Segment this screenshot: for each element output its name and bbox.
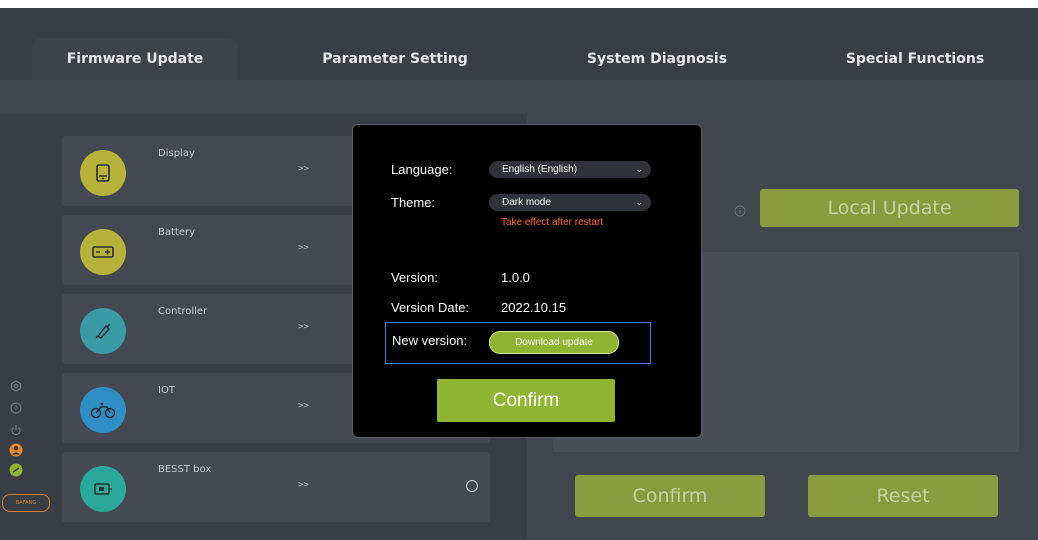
user-icon[interactable]: [8, 442, 24, 458]
version-label: Version:: [391, 270, 438, 285]
dialog-confirm-button[interactable]: Confirm: [437, 379, 615, 422]
language-value: English (English): [502, 164, 578, 175]
local-update-button[interactable]: Local Update: [760, 189, 1019, 227]
theme-label: Theme:: [391, 195, 436, 210]
expand-arrow[interactable]: >>: [298, 322, 309, 332]
theme-select[interactable]: Dark mode ⌄: [489, 194, 651, 211]
tab-parameter-setting[interactable]: Parameter Setting: [292, 38, 498, 80]
device-name: BESST box: [158, 464, 212, 475]
device-name: IOT: [158, 385, 175, 396]
device-name: Display: [158, 148, 195, 159]
app-window: Firmware Update Parameter Setting System…: [0, 8, 1038, 540]
display-icon: [80, 150, 126, 196]
info-icon[interactable]: [734, 202, 746, 217]
expand-arrow[interactable]: >>: [298, 243, 309, 253]
help-icon[interactable]: ?: [8, 400, 24, 416]
language-label: Language:: [391, 162, 453, 177]
chevron-down-icon: ⌄: [635, 197, 643, 207]
tab-firmware-update[interactable]: Firmware Update: [32, 38, 238, 80]
brand-logo: BAFANG: [2, 494, 50, 512]
svg-text:?: ?: [14, 405, 18, 413]
language-select[interactable]: English (English) ⌄: [489, 161, 651, 178]
besst-box-icon: [80, 466, 126, 512]
tab-bar: Firmware Update Parameter Setting System…: [0, 8, 1038, 80]
expand-arrow[interactable]: >>: [298, 480, 309, 490]
connection-icon[interactable]: [8, 462, 24, 478]
battery-icon: [80, 229, 126, 275]
version-date-label: Version Date:: [391, 300, 470, 315]
new-version-row: New version: Download update: [385, 322, 651, 364]
download-update-button[interactable]: Download update: [489, 331, 619, 354]
new-version-label: New version:: [392, 333, 468, 348]
tab-special-functions[interactable]: Special Functions: [812, 38, 1018, 80]
theme-value: Dark mode: [502, 197, 551, 208]
version-date-value: 2022.10.15: [501, 300, 567, 315]
device-name: Controller: [158, 306, 208, 317]
version-value: 1.0.0: [501, 270, 530, 285]
sub-toolbar: [0, 80, 1038, 114]
restart-hint: Take effect after restart: [501, 217, 604, 228]
power-icon[interactable]: [8, 422, 24, 438]
settings-dialog: Language: English (English) ⌄ Theme: Dar…: [352, 124, 702, 438]
device-name: Battery: [158, 227, 196, 238]
controller-icon: [80, 308, 126, 354]
device-radio-button[interactable]: [466, 480, 478, 492]
device-card-besst-box[interactable]: BESST box >>: [62, 452, 490, 522]
confirm-button[interactable]: Confirm: [575, 475, 765, 517]
reset-button[interactable]: Reset: [808, 475, 998, 517]
expand-arrow[interactable]: >>: [298, 164, 309, 174]
chevron-down-icon: ⌄: [635, 164, 643, 174]
bike-icon: [80, 387, 126, 433]
settings-icon[interactable]: [8, 378, 24, 394]
tab-system-diagnosis[interactable]: System Diagnosis: [554, 38, 760, 80]
expand-arrow[interactable]: >>: [298, 401, 309, 411]
